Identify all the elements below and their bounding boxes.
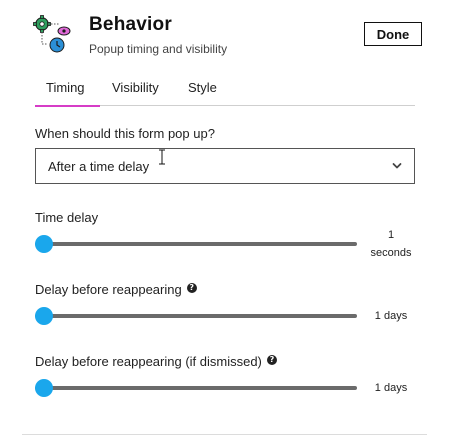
tab-visibility[interactable]: Visibility [112, 80, 159, 105]
tab-bar: Timing Visibility Style [35, 80, 415, 107]
slider-track [35, 314, 357, 318]
reappear-delay-label-text: Delay before reappearing [35, 282, 182, 297]
reappear-dismissed-value: 1 days [374, 382, 408, 394]
help-icon[interactable]: ? [266, 355, 277, 365]
slider-thumb[interactable] [35, 307, 53, 325]
time-delay-slider[interactable] [35, 234, 357, 254]
slider-thumb[interactable] [35, 379, 53, 397]
behavior-panel: Behavior Popup timing and visibility Don… [0, 0, 468, 440]
reappear-delay-value: 1 days [374, 310, 408, 322]
reappear-delay-slider[interactable] [35, 306, 357, 326]
time-delay-number: 1 [387, 229, 395, 241]
tab-timing[interactable]: Timing [35, 80, 100, 107]
tab-style[interactable]: Style [188, 80, 217, 105]
behavior-flow-icon [33, 15, 71, 53]
popup-trigger-select[interactable]: After a time delay [35, 148, 415, 184]
popup-trigger-value: After a time delay [48, 159, 150, 174]
time-delay-value: 1 seconds [362, 226, 420, 262]
slider-track [35, 386, 357, 390]
text-cursor-icon [159, 149, 165, 165]
reappear-dismissed-label: Delay before reappearing (if dismissed)? [35, 354, 277, 369]
help-icon[interactable]: ? [186, 283, 197, 293]
slider-track [35, 242, 357, 246]
reappear-delay-label: Delay before reappearing? [35, 282, 197, 297]
chevron-down-icon [392, 163, 402, 169]
reappear-dismissed-slider[interactable] [35, 378, 357, 398]
done-button[interactable]: Done [364, 22, 422, 46]
panel-title: Behavior [89, 14, 172, 35]
popup-trigger-label: When should this form pop up? [35, 126, 215, 141]
reappear-dismissed-label-text: Delay before reappearing (if dismissed) [35, 354, 262, 369]
slider-thumb[interactable] [35, 235, 53, 253]
bottom-divider [22, 434, 427, 435]
panel-subtitle: Popup timing and visibility [89, 42, 228, 56]
time-delay-label: Time delay [35, 210, 99, 225]
time-delay-unit: seconds [370, 247, 412, 259]
